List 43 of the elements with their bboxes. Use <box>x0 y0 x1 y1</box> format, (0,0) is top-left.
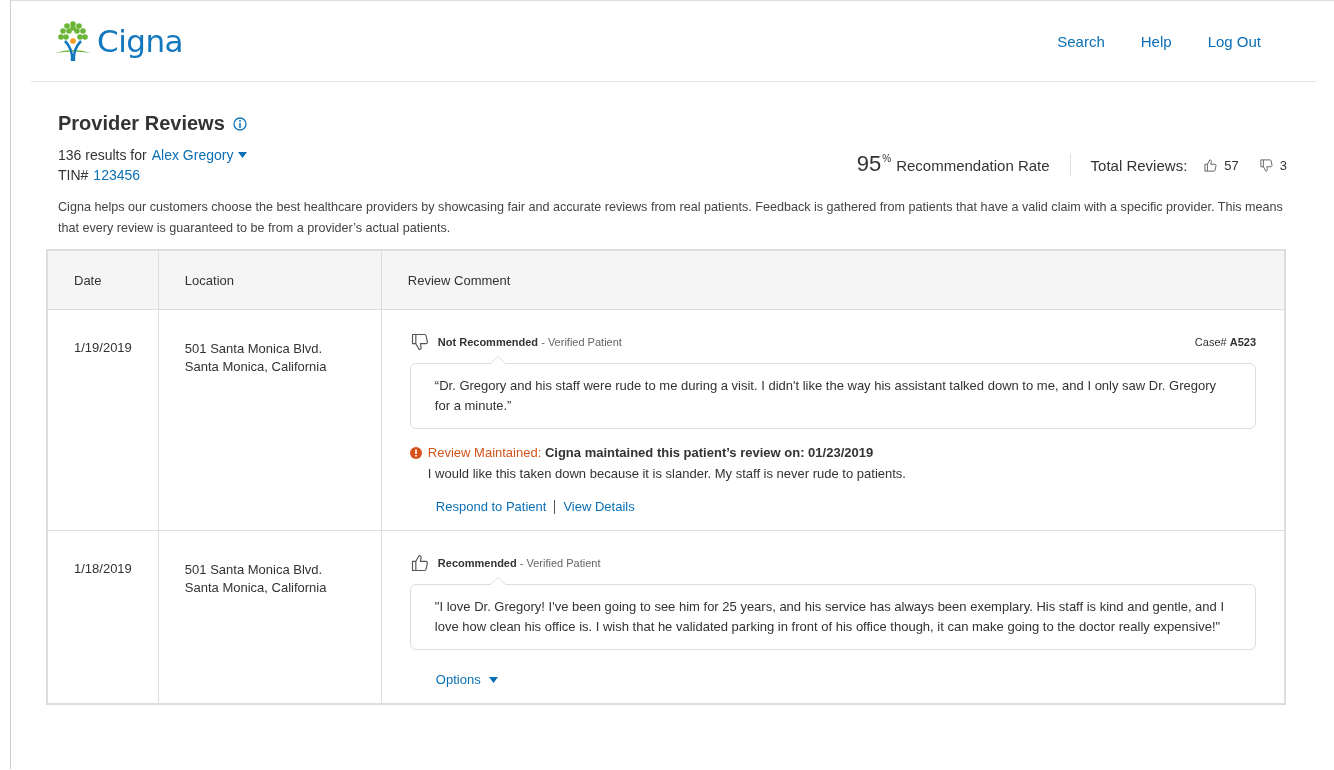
speech-pointer <box>489 356 506 364</box>
thumbs-down-icon <box>409 332 430 352</box>
column-header: Date <box>74 272 102 288</box>
action-link[interactable]: View Details <box>563 499 635 514</box>
results-count: 136 results for <box>58 146 147 165</box>
date-cell: 1/19/2019 <box>74 340 132 355</box>
thumbs-up-icon <box>1203 157 1219 173</box>
tin-number[interactable]: 123456 <box>93 165 141 185</box>
alert-icon <box>409 446 422 459</box>
options-dropdown[interactable]: Options <box>435 672 1256 687</box>
review-comment: “Dr. Gregory and his staff were rude to me during a visit. I didn't like the way his assistant talked down to me, and I only saw Dr. Gregory for a minute.” <box>409 363 1256 429</box>
location-line: Santa Monica, California <box>184 358 328 376</box>
caret-icon <box>488 676 498 683</box>
verdict-label: Not Recommended - Verified Patient <box>437 336 622 348</box>
verdict-label: Recommended - Verified Patient <box>437 557 601 569</box>
case-number: Case# A523 <box>1194 336 1256 348</box>
date-cell: 1/18/2019 <box>74 561 132 576</box>
status-text: Review Maintained: Cigna maintained this patient’s review on: 01/23/2019 <box>427 445 874 460</box>
location-line: 501 Santa Monica Blvd. <box>184 561 324 579</box>
provider-response: I would like this taken down because it is slander. My staff is never rude to patients. <box>427 466 907 481</box>
page-title: Provider Reviews <box>58 112 225 135</box>
action-link[interactable]: Respond to Patient <box>435 499 547 514</box>
total-reviews-label: Total Reviews: <box>1090 156 1188 174</box>
location-line: 501 Santa Monica Blvd. <box>184 340 324 358</box>
thumbs-down-icon <box>1258 157 1274 173</box>
nav-link[interactable]: Search <box>1057 32 1105 50</box>
description-text: Cigna helps our customers choose the best healthcare providers by showcasing fair and accurate reviews from real patients. Feedback is gathered from patients that have a valid claim with a specific provider. This means that every review is guaranteed to be from a provider’s actual patients. <box>58 199 1284 237</box>
review-comment: "I love Dr. Gregory! I've been going to see him for 25 years, and his service has always been exemplary. His staff is kind and gentle, and I love how clean his office is. I wish that he validated parking in front of his office though, it can make going to the doctor really expensive!" <box>409 584 1256 650</box>
caret-icon <box>238 152 248 158</box>
nav-link[interactable]: Log Out <box>1207 32 1261 50</box>
down-count: 3 <box>1279 157 1287 173</box>
info-icon[interactable] <box>232 116 247 131</box>
location-line: Santa Monica, California <box>184 579 328 597</box>
up-count: 57 <box>1224 157 1239 173</box>
column-header: Location <box>184 272 234 288</box>
provider-selector[interactable]: Alex Gregory <box>151 145 234 165</box>
logo-wordmark: Cigna <box>97 23 184 59</box>
column-header: Review Comment <box>407 272 511 288</box>
thumbs-up-icon <box>409 553 430 573</box>
tin-label: TIN# <box>58 166 89 185</box>
recommendation-rate: 95% Recommendation Rate <box>856 151 1050 178</box>
speech-pointer <box>489 577 506 585</box>
nav-link[interactable]: Help <box>1140 32 1172 50</box>
